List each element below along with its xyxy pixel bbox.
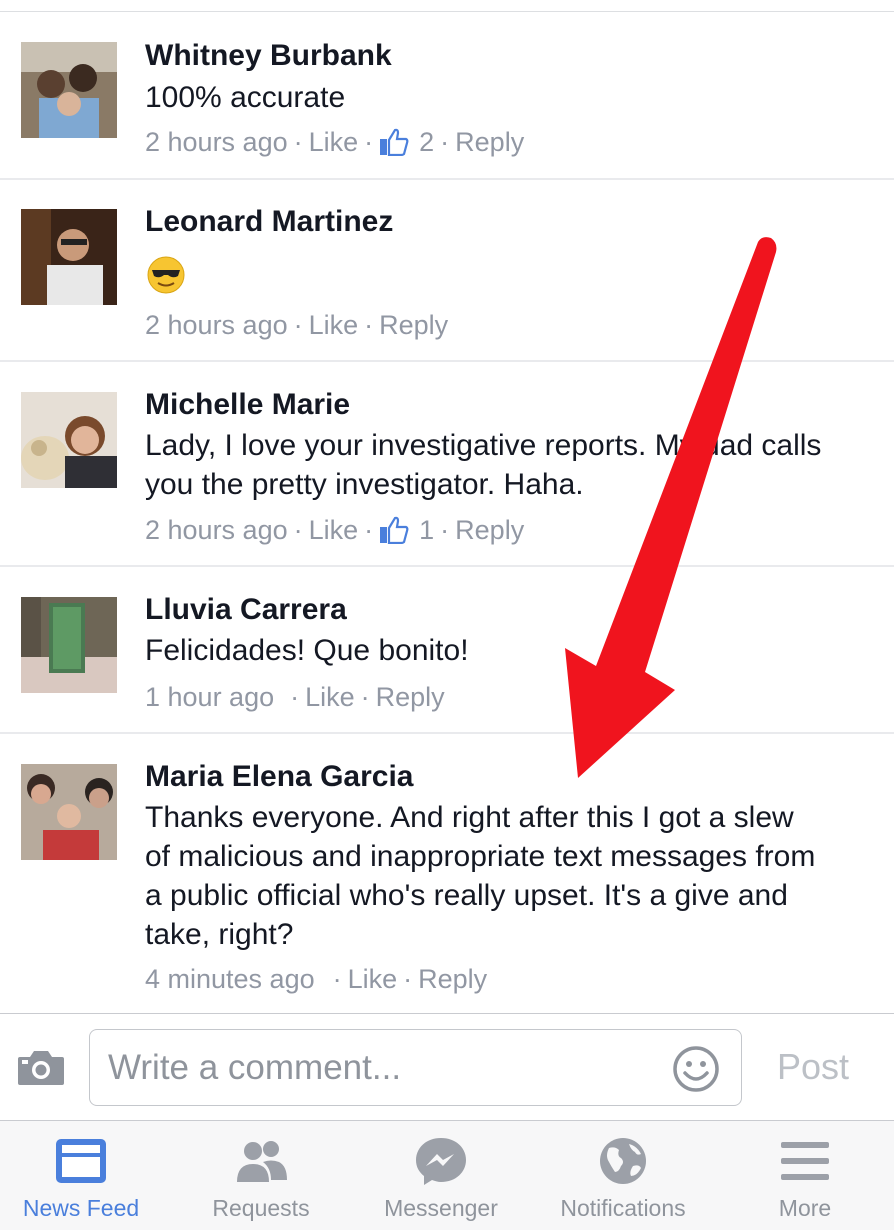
reply-link[interactable]: Reply bbox=[418, 963, 487, 995]
comment-time[interactable]: 2 hours ago bbox=[145, 126, 288, 158]
menu-icon bbox=[777, 1136, 833, 1186]
meta-separator: · bbox=[364, 127, 374, 157]
tab-messenger[interactable]: Messenger bbox=[352, 1121, 530, 1230]
comment-meta: 2 hours ago · Like · Reply bbox=[145, 309, 448, 341]
reply-link[interactable]: Reply bbox=[455, 126, 524, 158]
comment-text: Lady, I love your investigative reports.… bbox=[145, 429, 822, 501]
tab-more[interactable]: More bbox=[716, 1121, 894, 1230]
meta-separator: · bbox=[293, 127, 303, 157]
tab-label: Messenger bbox=[384, 1195, 498, 1221]
tab-bar: News Feed Requests Messenger Notificatio… bbox=[0, 1120, 894, 1230]
comment-text: 100% accurate bbox=[145, 81, 346, 114]
messenger-icon bbox=[413, 1136, 469, 1186]
reply-link[interactable]: Reply bbox=[379, 309, 448, 341]
meta-separator: · bbox=[364, 515, 374, 545]
like-link[interactable]: Like bbox=[348, 963, 398, 995]
avatar[interactable] bbox=[21, 209, 117, 305]
meta-separator: · bbox=[290, 682, 300, 712]
like-link[interactable]: Like bbox=[309, 126, 359, 158]
reply-link[interactable]: Reply bbox=[455, 514, 524, 546]
camera-icon[interactable] bbox=[16, 1047, 66, 1087]
tab-news-feed[interactable]: News Feed bbox=[0, 1121, 162, 1230]
reply-link[interactable]: Reply bbox=[376, 681, 445, 713]
avatar[interactable] bbox=[21, 597, 117, 693]
like-link[interactable]: Like bbox=[309, 514, 359, 546]
comment-time[interactable]: 2 hours ago bbox=[145, 514, 288, 546]
meta-separator: · bbox=[332, 964, 342, 994]
comment-item: Maria Elena Garcia Thanks everyone. And … bbox=[0, 734, 894, 1013]
meta-separator: · bbox=[293, 310, 303, 340]
thumbs-up-icon[interactable] bbox=[379, 128, 409, 157]
comment-item: Leonard Martinez 2 hours ago · Like · Re… bbox=[0, 180, 894, 362]
comment-meta: 4 minutes ago · Like · Reply bbox=[145, 963, 487, 995]
comment-item: Whitney Burbank 100% accurate 2 hours ag… bbox=[0, 12, 894, 180]
requests-icon bbox=[233, 1136, 289, 1186]
tab-requests[interactable]: Requests bbox=[172, 1121, 350, 1230]
meta-separator: · bbox=[293, 515, 303, 545]
post-button[interactable]: Post bbox=[777, 1047, 849, 1087]
meta-separator: · bbox=[360, 682, 370, 712]
top-divider bbox=[0, 0, 894, 12]
like-count: 1 bbox=[419, 515, 435, 545]
like-link[interactable]: Like bbox=[305, 681, 355, 713]
comment-author[interactable]: Maria Elena Garcia bbox=[145, 760, 413, 794]
smiley-icon[interactable] bbox=[672, 1045, 720, 1093]
comment-time[interactable]: 4 minutes ago bbox=[145, 963, 315, 995]
news-feed-icon bbox=[53, 1136, 109, 1186]
tab-label: News Feed bbox=[22, 1195, 140, 1221]
thumbs-up-icon[interactable] bbox=[379, 516, 409, 545]
comment-composer: Post bbox=[0, 1013, 894, 1120]
sunglasses-emoji bbox=[147, 256, 185, 294]
comment-meta: 2 hours ago · Like · 2 · Reply bbox=[145, 126, 524, 158]
comment-input[interactable] bbox=[89, 1029, 742, 1106]
comment-item: Michelle Marie Lady, I love your investi… bbox=[0, 362, 894, 567]
tab-notifications[interactable]: Notifications bbox=[534, 1121, 712, 1230]
comment-item: Lluvia Carrera Felicidades! Que bonito! … bbox=[0, 567, 894, 734]
meta-separator: · bbox=[440, 515, 450, 545]
avatar[interactable] bbox=[21, 392, 117, 488]
tab-label: Requests bbox=[212, 1195, 310, 1221]
comment-text: Thanks everyone. And right after this I … bbox=[145, 801, 816, 951]
like-count: 2 bbox=[419, 127, 435, 157]
comment-author[interactable]: Whitney Burbank bbox=[145, 39, 392, 73]
meta-separator: · bbox=[403, 964, 413, 994]
tab-label: Notifications bbox=[560, 1195, 686, 1221]
meta-separator: · bbox=[364, 310, 374, 340]
globe-icon bbox=[595, 1136, 651, 1186]
comment-time[interactable]: 1 hour ago bbox=[145, 681, 274, 713]
meta-separator: · bbox=[440, 127, 450, 157]
comment-meta: 2 hours ago · Like · 1 · Reply bbox=[145, 514, 524, 546]
like-link[interactable]: Like bbox=[309, 309, 359, 341]
comment-author[interactable]: Michelle Marie bbox=[145, 388, 350, 422]
tab-label: More bbox=[778, 1195, 832, 1221]
avatar[interactable] bbox=[21, 764, 117, 860]
comment-author[interactable]: Lluvia Carrera bbox=[145, 593, 347, 627]
avatar[interactable] bbox=[21, 42, 117, 138]
comment-author[interactable]: Leonard Martinez bbox=[145, 205, 393, 239]
comment-text: Felicidades! Que bonito! bbox=[145, 634, 469, 667]
comment-meta: 1 hour ago · Like · Reply bbox=[145, 681, 445, 713]
comment-time[interactable]: 2 hours ago bbox=[145, 309, 288, 341]
